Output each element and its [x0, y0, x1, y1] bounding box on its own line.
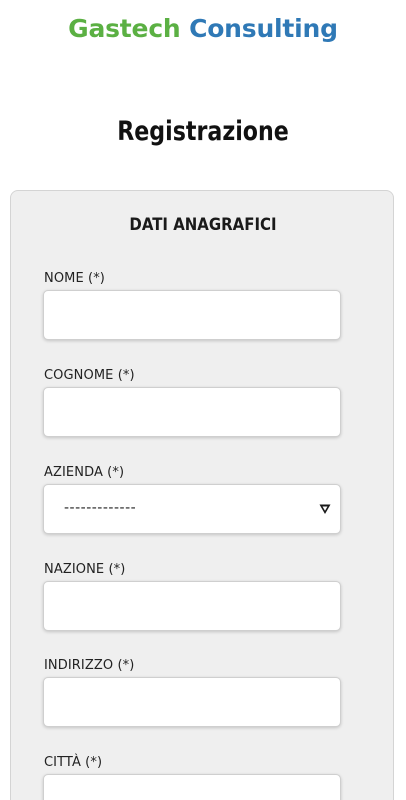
- citta-label: CITTÀ (*): [44, 755, 103, 770]
- page-title: Registrazione: [117, 116, 289, 147]
- section-title: DATI ANAGRAFICI: [129, 215, 277, 235]
- chevron-down-icon: [319, 504, 331, 514]
- registration-page: Gastech Consulting Registrazione DATI AN…: [0, 0, 406, 800]
- nome-label: NOME (*): [44, 271, 105, 286]
- azienda-select[interactable]: -------------: [43, 484, 341, 534]
- cognome-label: COGNOME (*): [44, 368, 135, 383]
- registration-form: DATI ANAGRAFICI NOME (*) COGNOME (*) AZI…: [10, 190, 394, 800]
- brand-logo[interactable]: Gastech Consulting: [0, 14, 406, 43]
- nome-input[interactable]: [43, 290, 341, 340]
- indirizzo-input[interactable]: [43, 677, 341, 727]
- indirizzo-label: INDIRIZZO (*): [44, 658, 135, 673]
- azienda-label: AZIENDA (*): [44, 465, 125, 480]
- citta-input[interactable]: [43, 774, 341, 800]
- nazione-input[interactable]: [43, 581, 341, 631]
- nazione-label: NAZIONE (*): [44, 562, 126, 577]
- azienda-selected-value: -------------: [64, 500, 137, 516]
- brand-logo-part1: Gastech: [68, 14, 181, 43]
- brand-logo-part2: Consulting: [189, 14, 338, 43]
- cognome-input[interactable]: [43, 387, 341, 437]
